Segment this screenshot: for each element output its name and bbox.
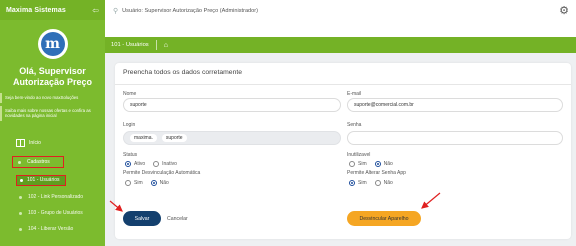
form-title: Preencha todos os dados corretamente — [123, 69, 243, 76]
brand-bar: Maxima Sistemas ⇦ — [0, 0, 105, 20]
radio-checked-icon — [125, 161, 131, 167]
company-logo: m — [37, 29, 68, 59]
radio-unchecked-icon — [125, 180, 131, 186]
sidebar-item-label: 103 - Grupo de Usuários — [28, 210, 83, 217]
radio-label: Não — [159, 180, 169, 186]
sidebar-item-usuarios[interactable]: 101 - Usuários — [16, 174, 66, 186]
alterar-senha-option-nao[interactable]: Não — [374, 180, 393, 186]
radio-label: Ativo — [134, 161, 146, 167]
radio-unchecked-icon — [349, 161, 355, 167]
radio-checked-icon — [349, 180, 355, 186]
sidebar-item-inicio[interactable]: Início — [0, 138, 105, 148]
breadcrumb-divider — [155, 40, 157, 50]
desvinculacao-label: Permite Desvinculação Automática — [123, 170, 201, 176]
unlink-device-button[interactable]: Desvincular Aparelho — [347, 211, 421, 226]
radio-label: Sim — [358, 180, 367, 186]
status-label: Status — [123, 152, 138, 158]
welcome-info: Seja bem-vindo ao novo maxSoluções — [0, 93, 105, 103]
save-button[interactable]: Salvar — [123, 211, 161, 226]
login-value-chip: suporte — [161, 134, 187, 142]
breadcrumb-current-page: 101 - Usuários — [111, 42, 149, 48]
status-option-inativo[interactable]: Inativo — [153, 161, 177, 167]
radio-label: Inativo — [162, 161, 177, 167]
sidebar-item-label: 102 - Link Personalizado — [28, 194, 84, 201]
radio-label: Sim — [358, 161, 367, 167]
status-option-ativo[interactable]: Ativo — [125, 161, 145, 167]
sidebar-item-link-personalizado[interactable]: 102 - Link Personalizado — [16, 193, 105, 202]
radio-label: Não — [383, 161, 393, 167]
senha-field[interactable] — [347, 131, 563, 145]
sidebar-item-label: 101 - Usuários — [27, 177, 60, 184]
nome-field[interactable]: suporte — [123, 98, 341, 112]
grid-icon — [16, 138, 25, 147]
inutilizavel-option-sim[interactable]: Sim — [349, 161, 367, 167]
login-chip-group: maxima. suporte — [130, 134, 187, 142]
inutilizavel-label: Inutilizavel — [347, 152, 371, 158]
radio-unchecked-icon — [153, 161, 160, 167]
status-radio-group: Ativo Inativo — [125, 161, 185, 167]
menu-toggle-icon[interactable]: ⇦ — [92, 6, 99, 15]
alterar-senha-label: Permite Alterar Senha App — [347, 170, 406, 176]
nome-value: suporte — [130, 102, 147, 108]
radio-checked-icon — [374, 161, 381, 167]
home-icon[interactable]: ⌂ — [164, 42, 168, 49]
login-label: Login — [123, 122, 136, 128]
email-value: suporte@comercial.com.br — [354, 102, 414, 108]
desvinculacao-option-nao[interactable]: Não — [150, 180, 169, 186]
email-field[interactable]: suporte@comercial.com.br — [347, 98, 563, 112]
sidebar-item-grupo-usuarios[interactable]: 103 - Grupo de Usuários — [16, 209, 105, 218]
radio-checked-icon — [150, 180, 157, 186]
sidebar-item-label: Início — [29, 139, 41, 146]
sidebar-item-cadastros[interactable]: Cadastros — [12, 155, 64, 168]
inutilizavel-option-nao[interactable]: Não — [374, 161, 393, 167]
brand-name: Maxima Sistemas — [6, 6, 66, 14]
desvinculacao-radio-group: Sim Não — [125, 180, 177, 186]
email-label: E-mail — [347, 91, 362, 97]
cancel-button[interactable]: Cancelar — [167, 211, 188, 226]
login-field[interactable]: maxima. suporte — [123, 131, 341, 145]
logged-user-text: Usuário: Supervisor Autorização Preço (A… — [122, 8, 258, 14]
sidebar-item-label: 104 - Liberar Versão — [28, 226, 74, 233]
senha-label: Senha — [347, 122, 362, 128]
divider — [115, 84, 571, 85]
desvinculacao-option-sim[interactable]: Sim — [125, 180, 143, 186]
user-icon: ⚲ — [113, 8, 119, 15]
sidebar-item-liberar-versao[interactable]: 104 - Liberar Versão — [16, 225, 105, 234]
radio-label: Não — [383, 180, 393, 186]
gear-icon[interactable]: ⚙ — [559, 4, 569, 17]
user-form-card: Preencha todos os dados corretamente Nom… — [115, 63, 571, 239]
sidebar: Maxima Sistemas ⇦ m Olá, Supervisor Auto… — [0, 0, 105, 246]
alterar-senha-radio-group: Sim Não — [349, 180, 401, 186]
radio-label: Sim — [134, 180, 143, 186]
top-bar: ⚲ Usuário: Supervisor Autorização Preço … — [105, 0, 576, 37]
greeting-text: Olá, Supervisor Autorização Preço — [12, 66, 93, 87]
sidebar-item-label: Cadastros — [27, 158, 50, 165]
inutilizavel-radio-group: Sim Não — [349, 161, 401, 167]
nome-label: Nome — [123, 91, 137, 97]
logo-mark-icon: m — [40, 32, 65, 56]
login-prefix-chip: maxima. — [130, 134, 157, 142]
alterar-senha-option-sim[interactable]: Sim — [349, 180, 367, 186]
offers-info: Saiba mais sobre nossas ofertas e confir… — [0, 105, 105, 121]
radio-unchecked-icon — [374, 180, 381, 186]
breadcrumb: 101 - Usuários ⌂ — [105, 37, 576, 53]
